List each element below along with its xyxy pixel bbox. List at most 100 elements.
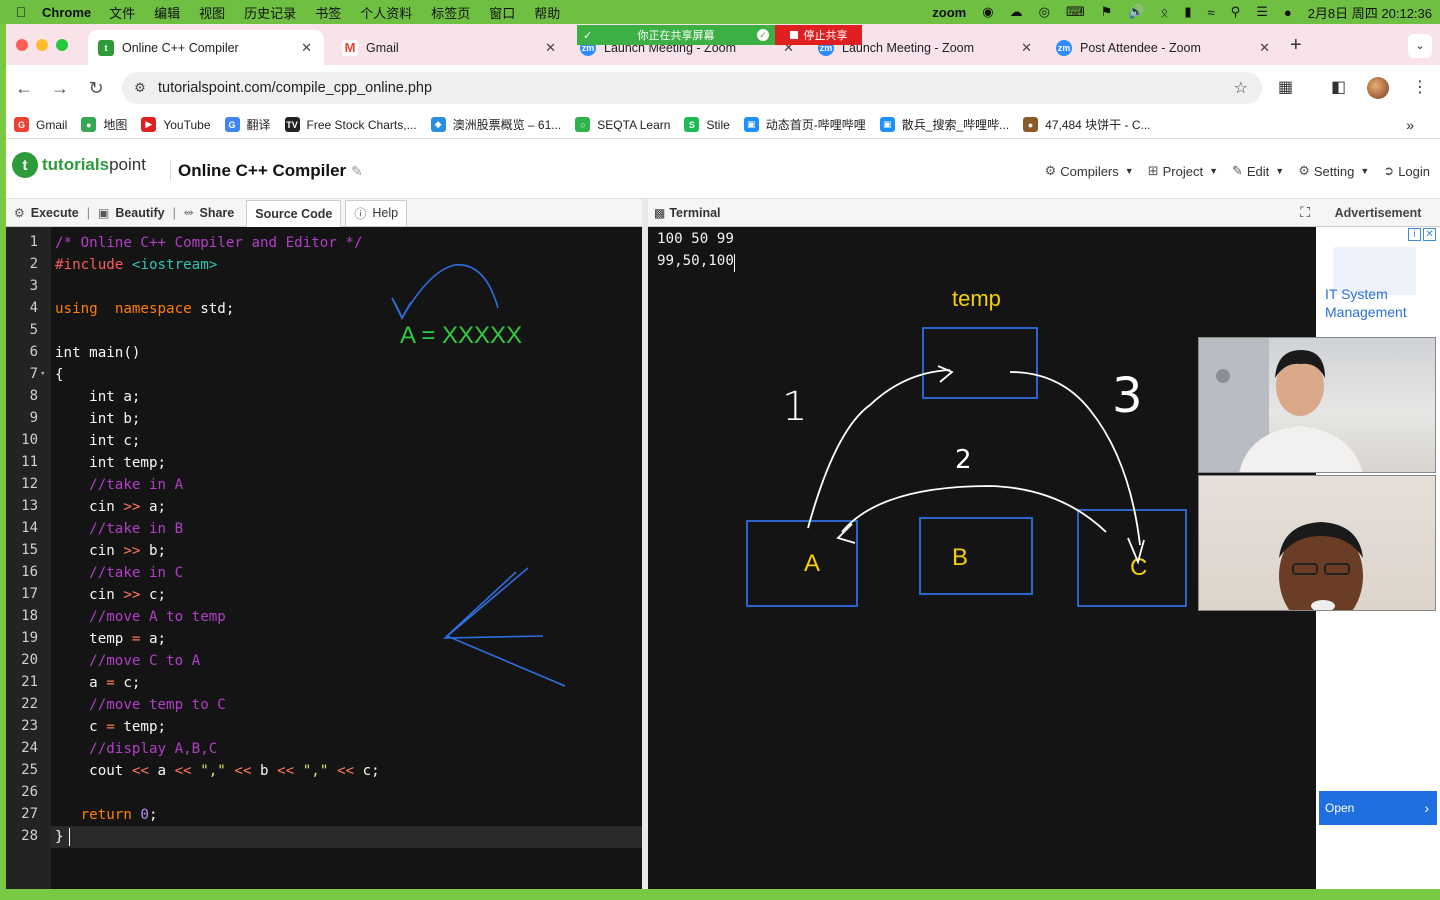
- code-line[interactable]: int a;: [55, 386, 140, 408]
- code-editor[interactable]: 1 2 3 4 5 6 7 ▾ 8 9 10 11 12 13 14 15 16 17 18 19 20 21 22 23 24…: [6, 227, 642, 889]
- ad-info-icon[interactable]: i: [1408, 228, 1421, 241]
- window-zoom-button[interactable]: [56, 39, 68, 51]
- menubar-item-history[interactable]: 历史记录: [244, 3, 296, 22]
- code-line[interactable]: //move temp to C: [55, 694, 226, 716]
- more-bookmarks-icon[interactable]: »: [1406, 117, 1414, 133]
- close-tab-icon[interactable]: ✕: [301, 40, 312, 56]
- menubar-item-help[interactable]: 帮助: [534, 3, 560, 22]
- control-center-icon[interactable]: ☰: [1256, 4, 1268, 20]
- code-line[interactable]: cin >> a;: [55, 496, 166, 518]
- fullscreen-icon[interactable]: ⛶: [1300, 204, 1310, 221]
- code-line[interactable]: //take in A: [55, 474, 183, 496]
- participant-video-1[interactable]: [1198, 337, 1436, 473]
- new-tab-icon[interactable]: +: [1290, 34, 1302, 57]
- menu-login[interactable]: ➲ Login: [1383, 163, 1430, 179]
- siri-icon[interactable]: ●: [1284, 5, 1292, 20]
- menubar-item-profile[interactable]: 个人资料: [360, 3, 412, 22]
- code-line[interactable]: int main(): [55, 342, 140, 364]
- share-button[interactable]: ⥈ Share: [176, 205, 242, 220]
- url-text[interactable]: tutorialspoint.com/compile_cpp_online.ph…: [158, 80, 432, 96]
- code-line[interactable]: cin >> b;: [55, 540, 166, 562]
- code-line[interactable]: using namespace std;: [55, 298, 234, 320]
- bookmark-item[interactable]: ◆ 澳洲股票概览 – 61...: [430, 116, 561, 133]
- participant-video-2[interactable]: [1198, 475, 1436, 611]
- menubar-clock[interactable]: 2月8日 周四 20:12:36: [1308, 3, 1432, 22]
- code-line[interactable]: //take in B: [55, 518, 183, 540]
- beautify-button[interactable]: ▣ Beautify: [90, 206, 173, 220]
- code-line[interactable]: cout << a << "," << b << "," << c;: [55, 760, 380, 782]
- code-line[interactable]: }: [55, 826, 64, 848]
- code-line[interactable]: int c;: [55, 430, 140, 452]
- fold-toggle-icon[interactable]: ▾: [40, 369, 45, 379]
- volume-icon[interactable]: 🔊: [1128, 4, 1144, 20]
- source-code-tab[interactable]: Source Code: [246, 199, 342, 227]
- code-line[interactable]: c = temp;: [55, 716, 166, 738]
- bookmark-item[interactable]: ○ SEQTA Learn: [575, 117, 670, 132]
- bookmark-item[interactable]: S Stile: [684, 117, 730, 132]
- menu-compilers[interactable]: ⚙ Compilers ▼: [1045, 163, 1134, 179]
- bluetooth-icon[interactable]: ᛟ: [1161, 5, 1169, 20]
- code-line[interactable]: a = c;: [55, 672, 140, 694]
- bookmark-item[interactable]: TV Free Stock Charts,...: [284, 117, 417, 132]
- code-line[interactable]: return 0;: [55, 804, 158, 826]
- menubar-item-view[interactable]: 视图: [199, 3, 225, 22]
- keyboard-icon[interactable]: ⌨: [1066, 4, 1085, 20]
- ad-text[interactable]: IT System Management: [1325, 285, 1440, 321]
- code-line[interactable]: //display A,B,C: [55, 738, 217, 760]
- wifi-icon[interactable]: ≈: [1208, 5, 1215, 20]
- code-line[interactable]: cin >> c;: [55, 584, 166, 606]
- menu-setting[interactable]: ⚙ Setting ▼: [1298, 163, 1369, 179]
- help-button[interactable]: ⓘ Help: [345, 199, 408, 227]
- cloud-icon[interactable]: ☁: [1010, 4, 1023, 20]
- code-line[interactable]: #include <iostream>: [55, 254, 217, 276]
- menubar-app-name[interactable]: Chrome: [42, 5, 91, 20]
- tab-post-attendee-zoom[interactable]: zm Post Attendee - Zoom ✕: [1046, 30, 1282, 65]
- menu-project[interactable]: ⊞ Project ▼: [1148, 163, 1218, 179]
- bookmark-item[interactable]: ▣ 动态首页-哔哩哔哩: [743, 116, 866, 133]
- bookmark-item[interactable]: ● 47,484 块饼干 - C...: [1023, 116, 1151, 133]
- profile-avatar[interactable]: [1367, 77, 1389, 99]
- menubar-item-edit[interactable]: 编辑: [154, 3, 180, 22]
- bookmark-item[interactable]: ▶ YouTube: [141, 117, 211, 132]
- window-close-button[interactable]: [16, 39, 28, 51]
- bookmark-item[interactable]: G Gmail: [14, 117, 67, 132]
- search-icon[interactable]: ⚲: [1231, 4, 1241, 20]
- code-line[interactable]: int temp;: [55, 452, 166, 474]
- sharing-indicator[interactable]: ✓ 你正在共享屏幕 ✓: [577, 25, 775, 45]
- menubar-item-window[interactable]: 窗口: [489, 3, 515, 22]
- address-bar[interactable]: ⚙ tutorialspoint.com/compile_cpp_online.…: [122, 72, 1262, 104]
- menubar-item-bookmarks[interactable]: 书签: [315, 3, 341, 22]
- execute-button[interactable]: ⚙ Execute: [6, 206, 87, 220]
- stop-share-button[interactable]: 停止共享: [775, 25, 862, 45]
- menubar-item-tabs[interactable]: 标签页: [431, 3, 470, 22]
- bookmark-item[interactable]: ▣ 散兵_搜索_哔哩哔...: [879, 116, 1009, 133]
- battery-icon[interactable]: ▮: [1184, 4, 1191, 20]
- edit-title-icon[interactable]: ✎: [351, 163, 363, 179]
- zoom-status-icon[interactable]: zoom: [932, 5, 966, 20]
- more-menu-icon[interactable]: ⋮: [1412, 77, 1428, 97]
- creative-cloud-icon[interactable]: ◎: [1039, 4, 1050, 20]
- code-line[interactable]: int b;: [55, 408, 140, 430]
- extensions-icon[interactable]: ▦: [1278, 77, 1293, 97]
- code-line[interactable]: //move A to temp: [55, 606, 226, 628]
- ad-close-icon[interactable]: ✕: [1423, 228, 1436, 241]
- flag-icon[interactable]: ⚑: [1101, 4, 1113, 20]
- bookmark-item[interactable]: G 翻译: [224, 116, 271, 133]
- close-tab-icon[interactable]: ✕: [1021, 40, 1032, 56]
- code-line[interactable]: //take in C: [55, 562, 183, 584]
- back-icon[interactable]: ←: [6, 78, 42, 99]
- forward-icon[interactable]: →: [42, 78, 78, 99]
- code-line[interactable]: //move C to A: [55, 650, 200, 672]
- bookmark-star-icon[interactable]: ☆: [1234, 78, 1248, 98]
- close-tab-icon[interactable]: ✕: [545, 40, 556, 56]
- wechat-icon[interactable]: ◉: [982, 4, 993, 20]
- close-tab-icon[interactable]: ✕: [1259, 40, 1270, 56]
- reload-icon[interactable]: ↻: [78, 78, 114, 99]
- chevron-down-icon[interactable]: ⌄: [1408, 34, 1432, 58]
- tutorialspoint-logo[interactable]: t tutorials point: [12, 152, 146, 178]
- side-panel-icon[interactable]: ◧: [1331, 77, 1346, 97]
- menubar-item-file[interactable]: 文件: [109, 3, 135, 22]
- ad-open-button[interactable]: Open ›: [1319, 791, 1437, 825]
- code-line[interactable]: temp = a;: [55, 628, 166, 650]
- tab-online-cpp-compiler[interactable]: t Online C++ Compiler ✕: [88, 30, 324, 65]
